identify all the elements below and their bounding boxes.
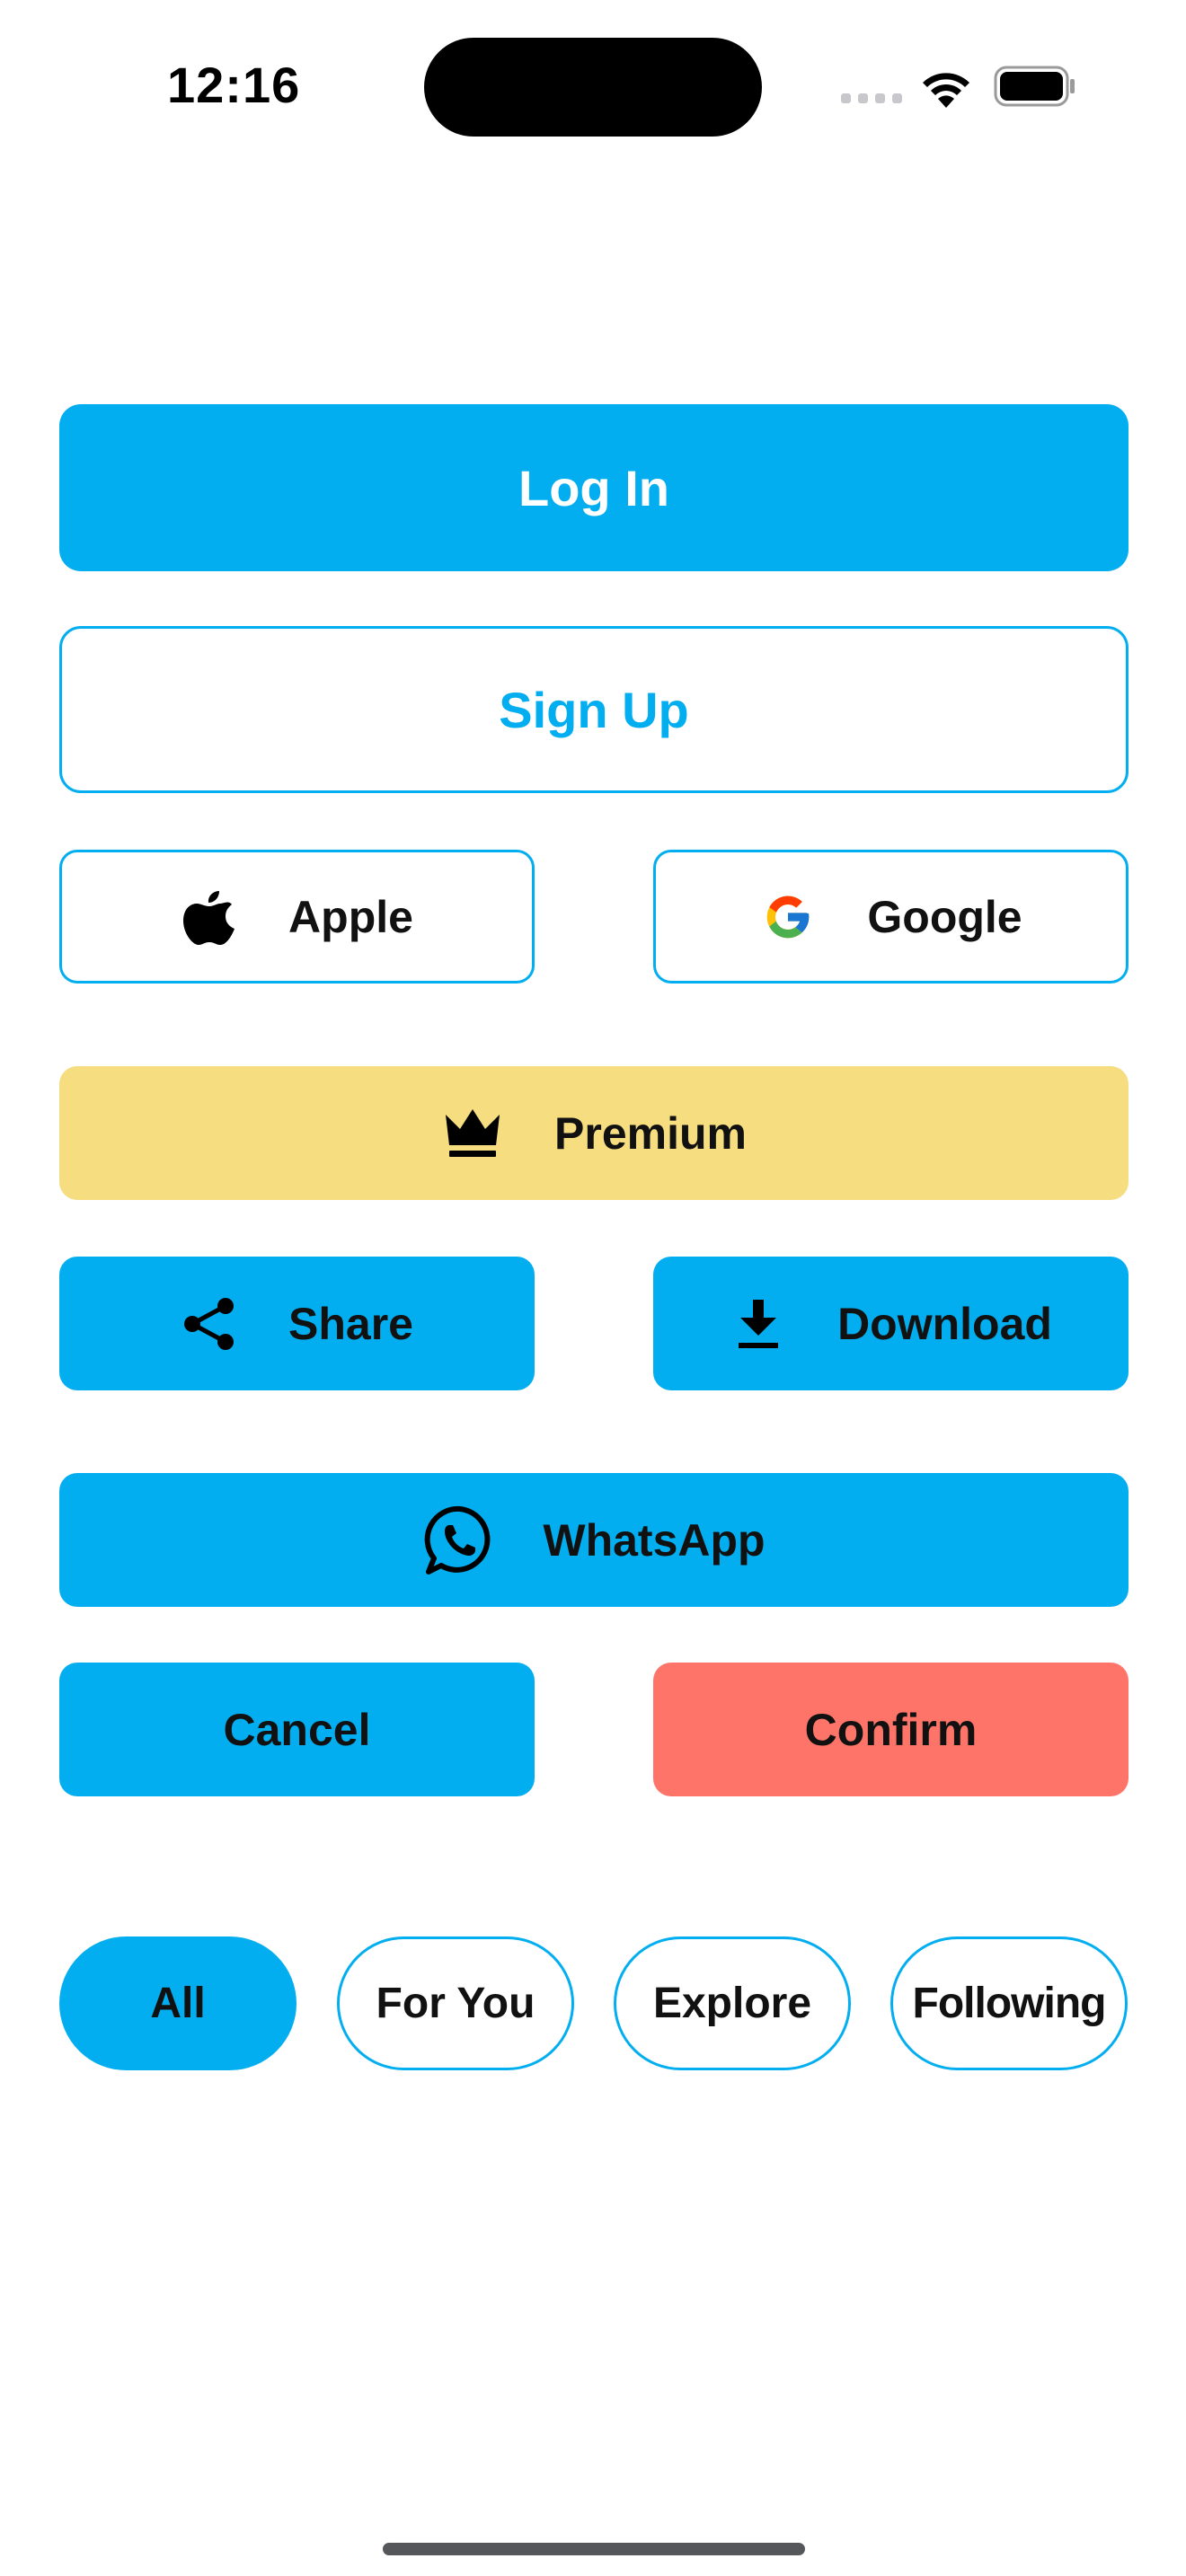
premium-button-label: Premium: [554, 1107, 747, 1159]
wifi-icon: [918, 65, 974, 110]
cancel-button[interactable]: Cancel: [59, 1663, 535, 1796]
whatsapp-icon: [422, 1503, 498, 1578]
filter-tab-for-you[interactable]: For You: [337, 1936, 574, 2070]
login-button[interactable]: Log In: [59, 404, 1128, 571]
confirm-button-label: Confirm: [804, 1704, 978, 1755]
apple-logo-icon: [181, 888, 238, 946]
cellular-signal-icon: [841, 93, 902, 104]
home-indicator[interactable]: [383, 2543, 805, 2555]
whatsapp-button-label: WhatsApp: [543, 1514, 766, 1566]
download-icon: [730, 1295, 787, 1353]
google-button-label: Google: [867, 891, 1022, 942]
filter-tab-label: Following: [912, 1980, 1107, 2027]
download-button[interactable]: Download: [653, 1257, 1128, 1390]
share-button-label: Share: [288, 1298, 413, 1349]
google-logo-icon: [759, 888, 817, 946]
battery-icon: [994, 66, 1076, 107]
cancel-button-label: Cancel: [223, 1704, 371, 1755]
signup-button-label: Sign Up: [499, 681, 689, 738]
apple-button-label: Apple: [288, 891, 413, 942]
signup-button[interactable]: Sign Up: [59, 626, 1128, 793]
share-button[interactable]: Share: [59, 1257, 535, 1390]
filter-tab-all[interactable]: All: [59, 1936, 296, 2070]
download-button-label: Download: [837, 1298, 1052, 1349]
filter-tab-label: All: [150, 1980, 206, 2027]
status-bar-time: 12:16: [167, 57, 301, 113]
share-icon: [181, 1295, 238, 1353]
filter-tab-explore[interactable]: Explore: [614, 1936, 851, 2070]
apple-signin-button[interactable]: Apple: [59, 850, 535, 984]
login-button-label: Log In: [518, 459, 669, 516]
crown-icon: [441, 1105, 504, 1162]
premium-button[interactable]: Premium: [59, 1066, 1128, 1200]
filter-tab-label: For You: [376, 1980, 535, 2027]
filter-tab-following[interactable]: Following: [890, 1936, 1128, 2070]
dynamic-island: [424, 38, 762, 137]
confirm-button[interactable]: Confirm: [653, 1663, 1128, 1796]
google-signin-button[interactable]: Google: [653, 850, 1128, 984]
filter-tab-label: Explore: [652, 1980, 812, 2027]
whatsapp-button[interactable]: WhatsApp: [59, 1473, 1128, 1607]
